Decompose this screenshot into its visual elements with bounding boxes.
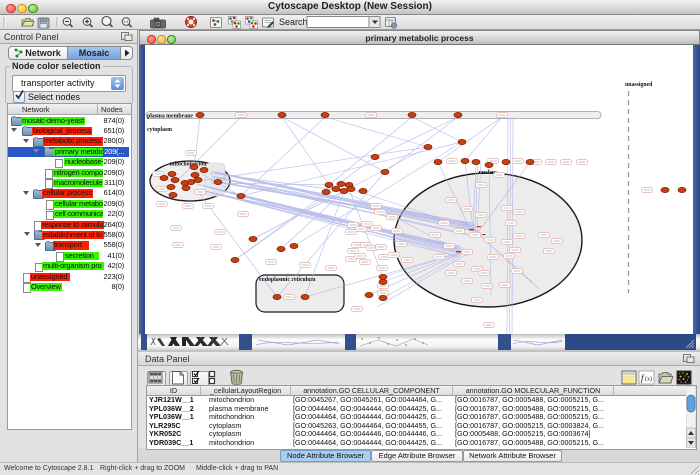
svg-text:cytoplasm: cytoplasm (147, 127, 172, 133)
svg-text:Search:: Search: (279, 17, 310, 27)
svg-text:1:1: 1:1 (123, 19, 129, 24)
svg-text:mitochondrion: mitochondrion (170, 162, 207, 168)
svg-text:unassigned: unassigned (625, 82, 653, 88)
svg-text:(x): (x) (645, 376, 652, 383)
svg-text:endoplasmic reticulum: endoplasmic reticulum (259, 277, 316, 283)
svg-text:plasma membrane: plasma membrane (147, 114, 193, 120)
